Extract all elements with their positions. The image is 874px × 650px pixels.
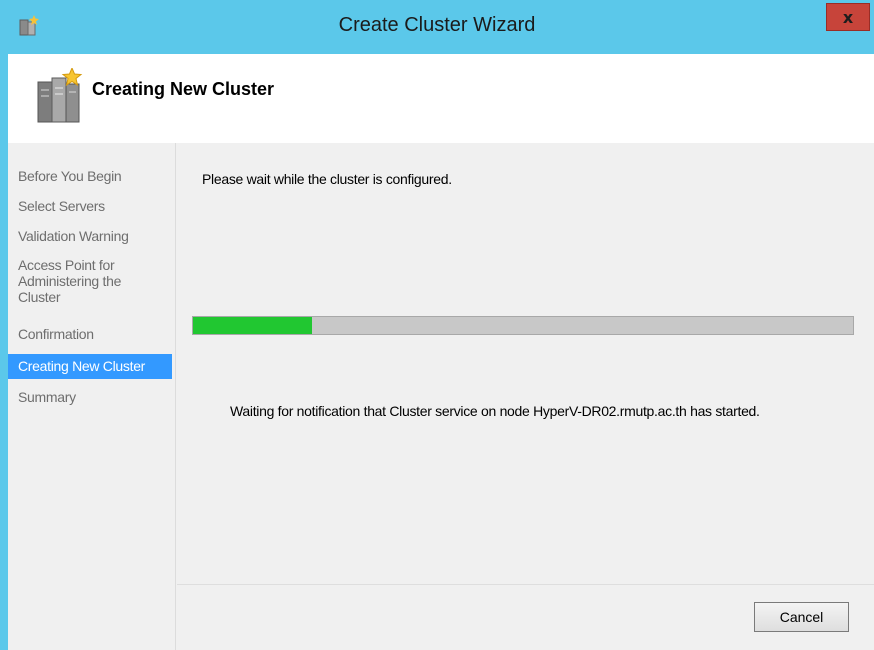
step-creating-new-cluster[interactable]: Creating New Cluster xyxy=(8,354,172,379)
wizard-steps-sidebar: Before You Begin Select Servers Validati… xyxy=(8,143,176,650)
step-validation-warning[interactable]: Validation Warning xyxy=(8,228,172,244)
step-confirmation[interactable]: Confirmation xyxy=(8,326,172,342)
progress-bar xyxy=(192,316,854,335)
wizard-header: Creating New Cluster xyxy=(8,54,874,143)
wizard-window: Create Cluster Wizard x Creating New Clu… xyxy=(0,0,874,650)
client-area: Creating New Cluster Before You Begin Se… xyxy=(8,54,874,650)
close-button[interactable]: x xyxy=(826,3,870,31)
title-bar[interactable]: Create Cluster Wizard x xyxy=(0,0,874,54)
step-select-servers[interactable]: Select Servers xyxy=(8,198,172,214)
step-summary[interactable]: Summary xyxy=(8,389,172,405)
status-text: Waiting for notification that Cluster se… xyxy=(230,403,760,419)
instruction-text: Please wait while the cluster is configu… xyxy=(202,171,452,187)
window-title: Create Cluster Wizard xyxy=(338,14,536,36)
close-icon: x xyxy=(842,7,854,27)
cluster-servers-icon xyxy=(37,68,83,123)
wizard-footer: Cancel xyxy=(177,584,874,650)
step-before-you-begin[interactable]: Before You Begin xyxy=(8,168,172,184)
progress-fill xyxy=(193,317,312,334)
cancel-button[interactable]: Cancel xyxy=(754,602,849,632)
page-title: Creating New Cluster xyxy=(92,79,275,99)
wizard-content: Please wait while the cluster is configu… xyxy=(177,143,874,584)
step-access-point[interactable]: Access Point for Administering the Clust… xyxy=(8,257,158,305)
